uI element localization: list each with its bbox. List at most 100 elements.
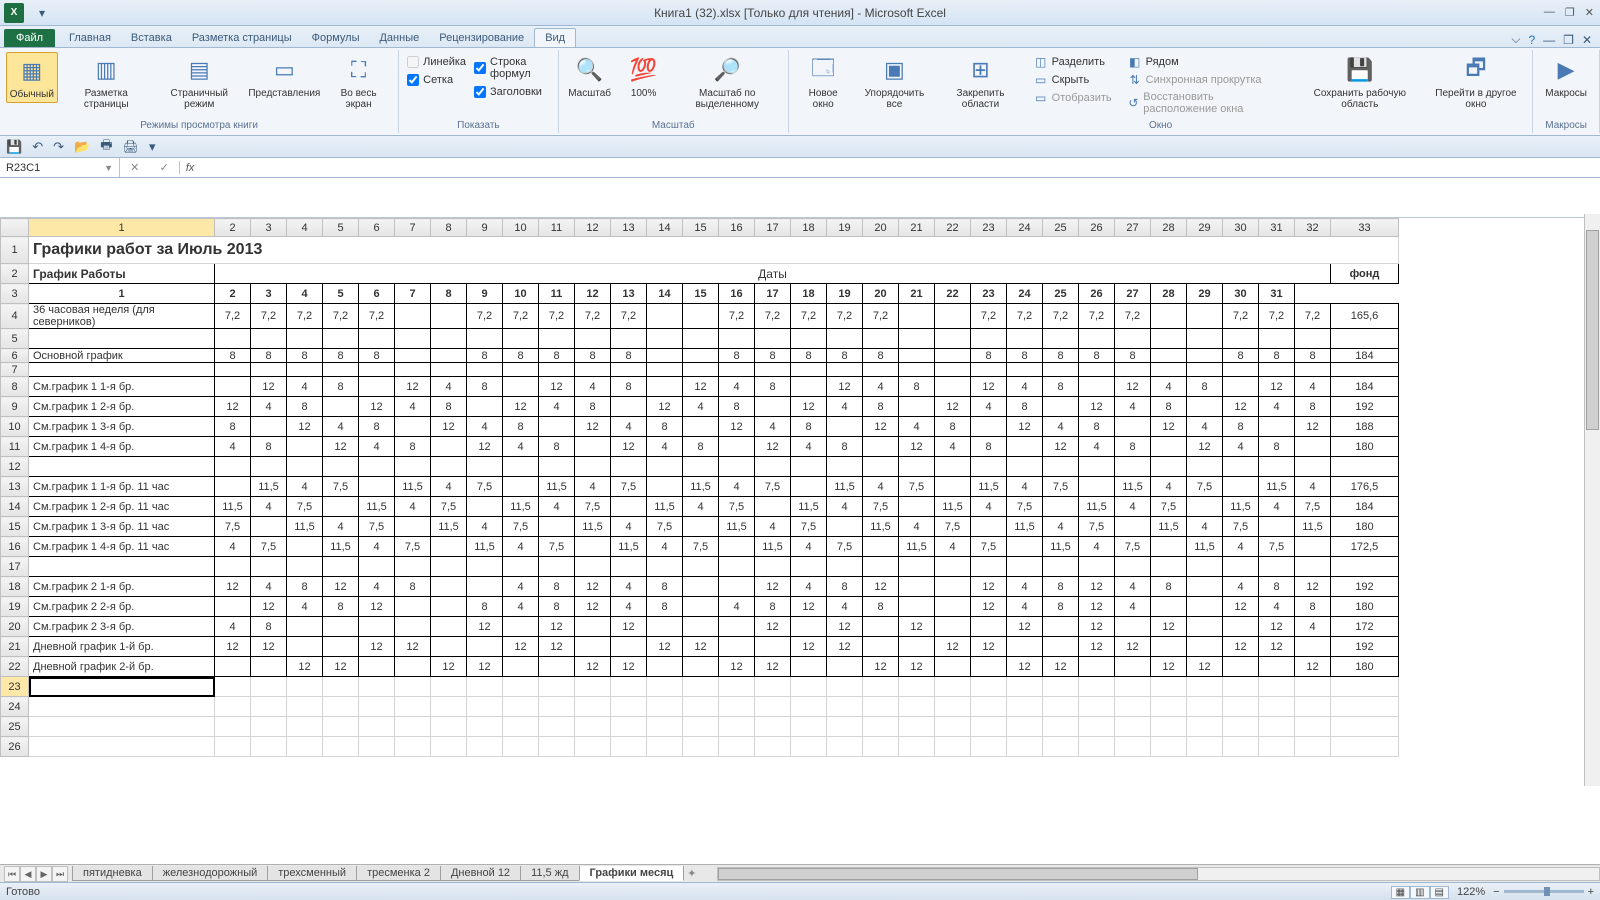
cell[interactable]: 12 [1259,617,1295,637]
cell[interactable]: 8 [503,417,539,437]
cell[interactable] [323,457,359,477]
cell[interactable] [395,597,431,617]
cell[interactable] [1187,637,1223,657]
cell[interactable]: 11,5 [503,497,539,517]
cell[interactable]: 4 [1007,597,1043,617]
cell[interactable]: 11,5 [1007,517,1043,537]
cell[interactable] [899,577,935,597]
cell[interactable] [251,457,287,477]
zoom-level[interactable]: 122% [1457,886,1485,898]
cell[interactable]: 12 [719,417,755,437]
cell[interactable]: 8 [827,349,863,363]
cell[interactable]: 11,5 [899,537,935,557]
cell[interactable]: 8 [827,577,863,597]
cell[interactable]: 12 [971,577,1007,597]
cell[interactable]: 7,2 [1259,304,1295,329]
cell[interactable] [1151,437,1187,457]
cell[interactable] [1151,537,1187,557]
cell[interactable]: 4 [647,437,683,457]
cell[interactable] [683,557,719,577]
cell[interactable] [935,477,971,497]
cell[interactable]: 8 [647,417,683,437]
cell[interactable]: 7,2 [1007,304,1043,329]
tab-view[interactable]: Вид [534,28,576,47]
column-header[interactable]: 20 [863,219,899,237]
cell[interactable] [647,377,683,397]
cell[interactable] [467,497,503,517]
cell[interactable] [971,329,1007,349]
cell[interactable]: 8 [755,377,791,397]
cell[interactable]: 8 [323,597,359,617]
cell[interactable]: 7,5 [935,517,971,537]
cell[interactable]: 12 [611,617,647,637]
reset-pos-button[interactable]: ↺Восстановить расположение окна [1124,90,1292,116]
cell[interactable] [1187,329,1223,349]
cell[interactable]: 7,5 [287,497,323,517]
cell[interactable] [287,637,323,657]
cell[interactable] [467,329,503,349]
cell[interactable] [1007,637,1043,657]
cell[interactable]: 7,2 [359,304,395,329]
cell[interactable]: 12 [647,397,683,417]
cell[interactable]: 4 [323,417,359,437]
save-icon[interactable]: 💾 [6,139,22,155]
cell[interactable]: 12 [791,397,827,417]
cell[interactable]: 11,5 [323,537,359,557]
cell[interactable] [431,637,467,657]
cell[interactable] [863,617,899,637]
cell[interactable]: 12 [575,657,611,677]
cell[interactable] [1115,657,1151,677]
cell[interactable]: 4 [863,477,899,497]
cell[interactable]: 12 [755,437,791,457]
column-header[interactable]: 17 [755,219,791,237]
cell[interactable]: 7,5 [539,537,575,557]
cell[interactable]: 4 [251,577,287,597]
cell[interactable] [539,329,575,349]
cell[interactable] [431,537,467,557]
cell[interactable] [503,377,539,397]
row-header[interactable]: 19 [1,597,29,617]
cell[interactable]: 4 [539,497,575,517]
cell[interactable] [431,457,467,477]
cell[interactable]: 4 [791,577,827,597]
column-header[interactable]: 12 [575,219,611,237]
sheet-tab[interactable]: тресменка 2 [356,866,441,881]
cell[interactable]: 12 [215,637,251,657]
cell[interactable] [755,637,791,657]
cell[interactable] [1223,477,1259,497]
cell[interactable] [1043,329,1079,349]
row-header[interactable]: 11 [1,437,29,457]
zoom-selection-button[interactable]: 🔎Масштаб по выделенному [673,52,782,112]
cell[interactable] [899,457,935,477]
cell[interactable]: 8 [1295,597,1331,617]
cell[interactable]: 7,2 [863,304,899,329]
cell[interactable] [719,617,755,637]
cell[interactable]: 12 [1223,397,1259,417]
cell[interactable]: 8 [863,597,899,617]
cell[interactable] [1043,497,1079,517]
cell[interactable]: 12 [467,617,503,637]
cell[interactable]: 12 [683,637,719,657]
cell[interactable] [323,329,359,349]
cell[interactable] [431,304,467,329]
cell[interactable]: 12 [467,657,503,677]
cell[interactable]: 4 [395,397,431,417]
cell[interactable] [1151,304,1187,329]
cell[interactable]: 12 [1007,657,1043,677]
cell[interactable] [899,349,935,363]
cell[interactable]: 12 [539,377,575,397]
cell[interactable] [1043,397,1079,417]
row-header[interactable]: 23 [1,677,29,697]
minimize-ribbon-icon[interactable]: ⌵ [1511,32,1520,47]
cell[interactable]: 12 [359,397,395,417]
row-header[interactable]: 26 [1,737,29,757]
cell[interactable]: 8 [755,597,791,617]
cell[interactable] [935,457,971,477]
cell[interactable]: 8 [323,349,359,363]
cell[interactable] [1187,349,1223,363]
cell[interactable]: 4 [611,577,647,597]
cell[interactable] [1007,537,1043,557]
cell[interactable]: 4 [1115,597,1151,617]
cell[interactable]: 11,5 [1079,497,1115,517]
cell[interactable] [503,457,539,477]
